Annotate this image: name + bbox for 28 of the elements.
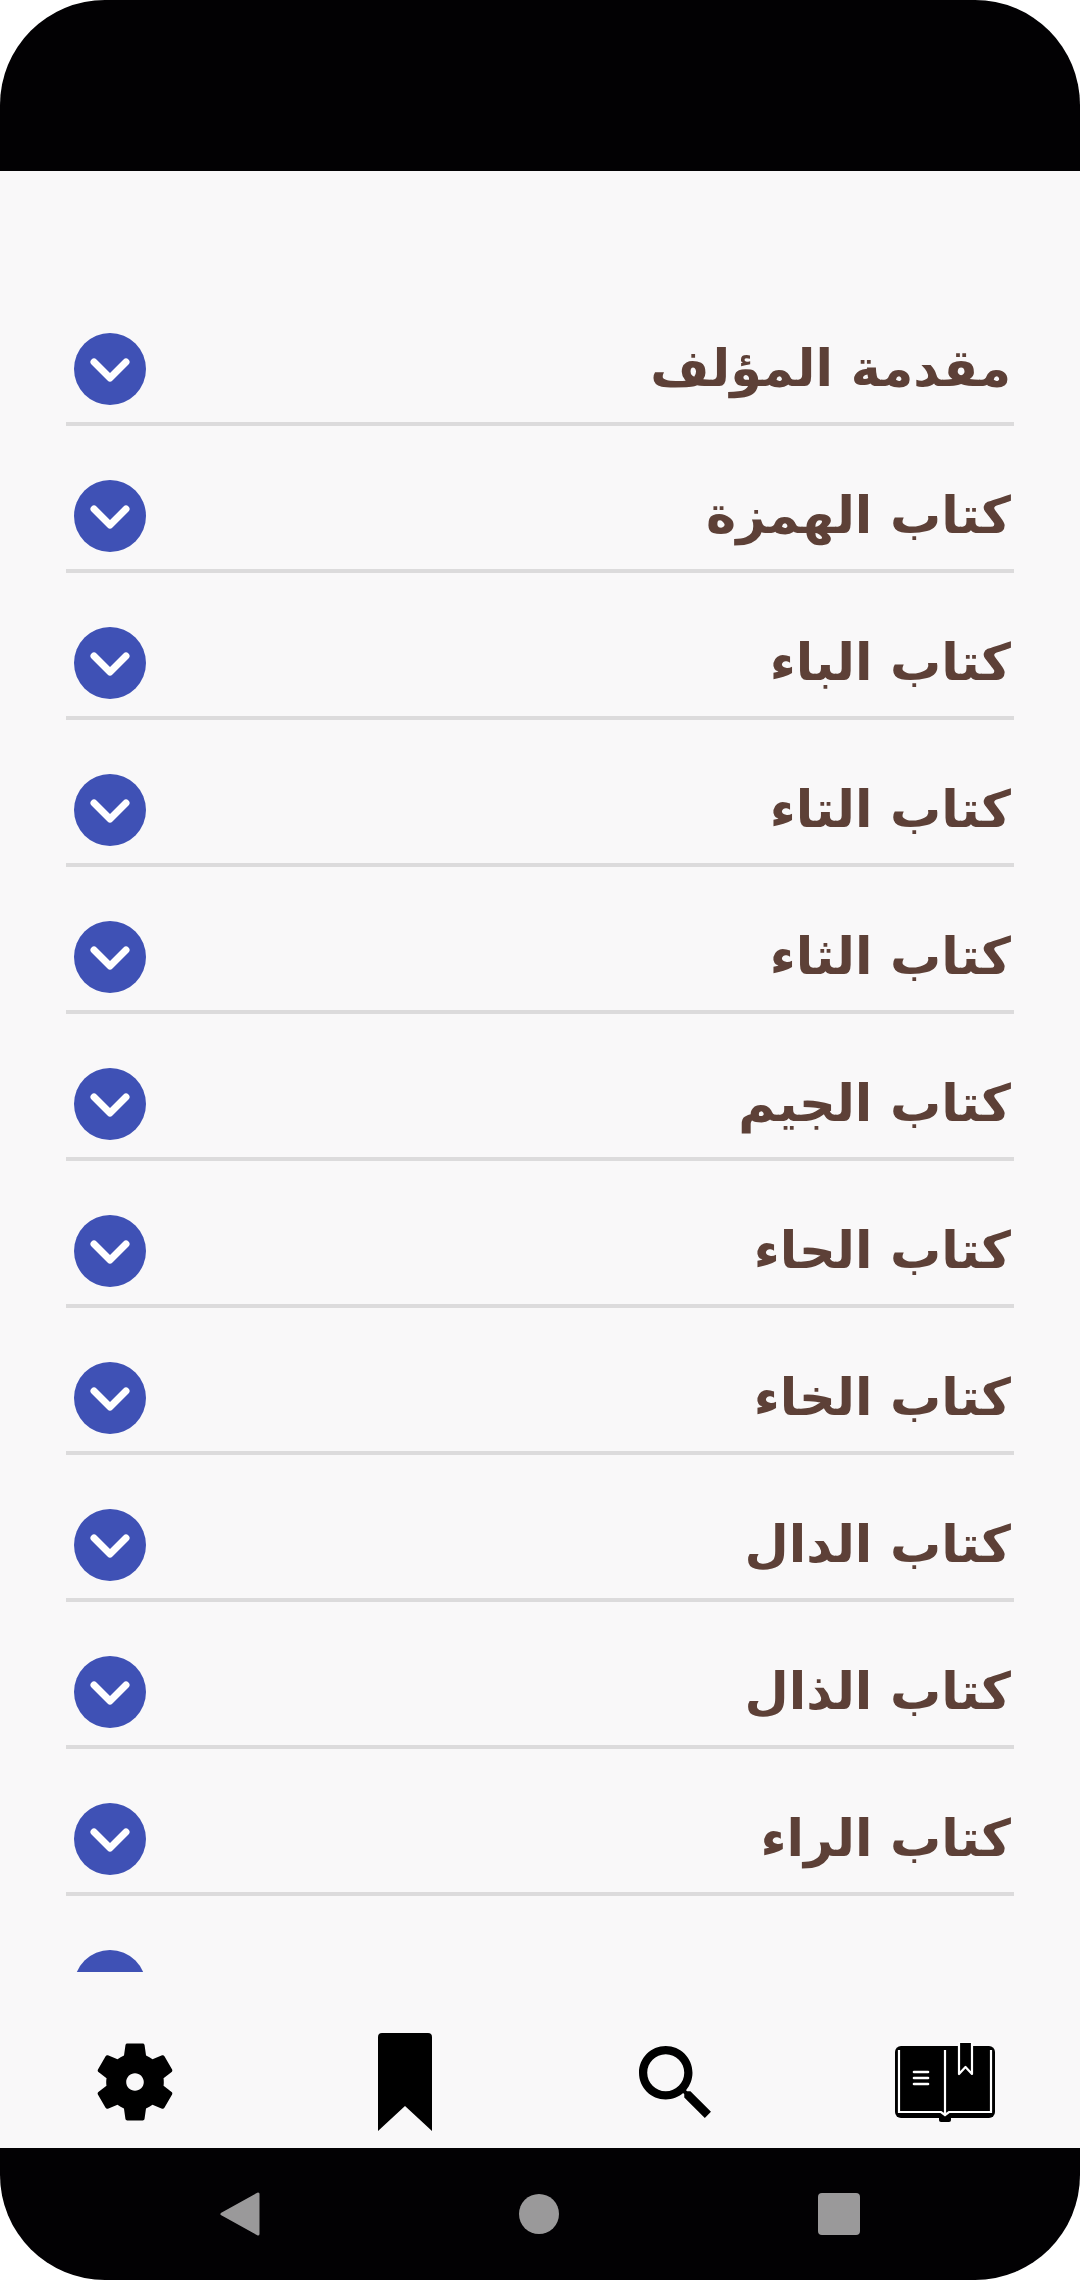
chapter-title[interactable]: كتاب الثاء xyxy=(769,921,1011,993)
chevron-down-icon[interactable] xyxy=(74,1803,146,1875)
chevron-down-icon[interactable] xyxy=(74,1215,146,1287)
bookmark-icon[interactable] xyxy=(378,2033,432,2131)
chapter-title[interactable]: كتاب الجيم xyxy=(738,1068,1011,1140)
chapter-title[interactable]: كتاب الراء xyxy=(760,1803,1011,1875)
chevron-down-icon[interactable] xyxy=(74,627,146,699)
chapter-title[interactable]: كتاب الحاء xyxy=(753,1215,1011,1287)
chevron-down-icon[interactable] xyxy=(74,1656,146,1728)
chapter-title[interactable]: كتاب الهمزة xyxy=(706,480,1011,552)
chapter-title[interactable]: كتاب التاء xyxy=(769,774,1011,846)
chapter-title[interactable]: كتاب الباء xyxy=(769,627,1011,699)
chapter-title[interactable]: كتاب الخاء xyxy=(753,1362,1011,1434)
chevron-down-icon[interactable] xyxy=(74,921,146,993)
chapter-title[interactable]: كتاب الذال xyxy=(744,1656,1011,1728)
chapter-title[interactable]: كتاب الدال xyxy=(744,1509,1011,1581)
open-book-icon[interactable] xyxy=(895,2042,995,2122)
chevron-down-icon[interactable] xyxy=(74,1068,146,1140)
home-circle-icon[interactable] xyxy=(519,2194,559,2234)
back-triangle-icon[interactable] xyxy=(220,2192,260,2236)
chevron-down-icon[interactable] xyxy=(74,333,146,405)
settings-icon[interactable] xyxy=(97,2042,173,2122)
chevron-down-icon[interactable] xyxy=(74,774,146,846)
chevron-down-icon[interactable] xyxy=(74,1509,146,1581)
chevron-down-icon[interactable] xyxy=(74,480,146,552)
chevron-down-icon[interactable] xyxy=(74,1362,146,1434)
search-icon[interactable] xyxy=(639,2046,711,2118)
chapter-title[interactable]: مقدمة المؤلف xyxy=(650,333,1011,405)
